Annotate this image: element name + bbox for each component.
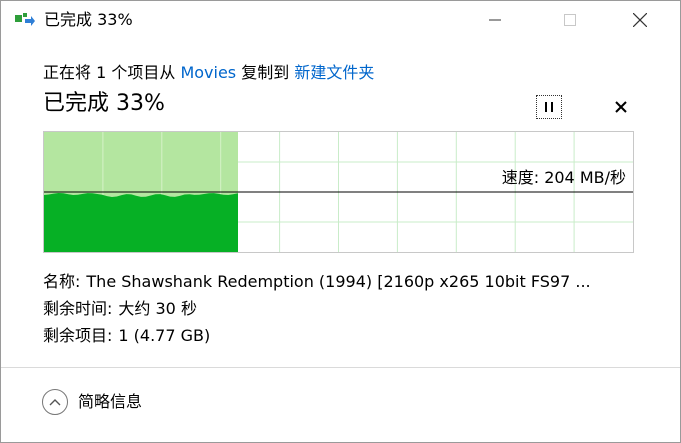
minimize-icon — [489, 19, 501, 21]
window-title: 已完成 33% — [44, 10, 133, 29]
dialog-footer: 简略信息 — [1, 367, 680, 442]
fewer-details-button[interactable]: 简略信息 — [42, 389, 142, 415]
speed-history-area — [44, 193, 238, 252]
transfer-speed-graph: 速度: 204 MB/秒 — [43, 131, 634, 253]
copy-middle: 复制到 — [236, 63, 295, 82]
fewer-details-label: 简略信息 — [78, 392, 143, 411]
time-label: 剩余时间: — [43, 299, 113, 318]
name-label: 名称: — [43, 272, 81, 291]
source-folder-link[interactable]: Movies — [180, 63, 236, 82]
chevron-up-icon — [49, 399, 61, 406]
detail-name: 名称: The Shawshank Redemption (1994) [2160… — [43, 268, 643, 295]
toggle-circle — [42, 389, 68, 415]
copy-prefix: 正在将 1 个项目从 — [43, 63, 181, 82]
title-bar: 已完成 33% — [1, 1, 680, 39]
maximize-icon — [564, 14, 576, 26]
copy-progress-dialog: 已完成 33% 正在将 1 个项目从 Movies 复制到 新建文件夹 已完成 … — [0, 0, 681, 443]
maximize-button[interactable] — [547, 1, 593, 39]
progress-status: 已完成 33% — [43, 91, 165, 116]
name-value: The Shawshank Redemption (1994) [2160p x… — [86, 272, 591, 291]
close-icon — [633, 13, 647, 27]
close-icon — [615, 101, 627, 113]
copy-files-icon — [14, 12, 36, 28]
window-close-button[interactable] — [617, 1, 663, 39]
minimize-button[interactable] — [472, 1, 518, 39]
pause-icon — [545, 102, 553, 112]
items-value: 1 (4.77 GB) — [118, 326, 211, 345]
copy-description: 正在将 1 个项目从 Movies 复制到 新建文件夹 — [43, 61, 374, 85]
cancel-button[interactable] — [610, 97, 632, 117]
time-value: 大约 30 秒 — [118, 299, 197, 318]
pause-button[interactable] — [536, 95, 562, 119]
speed-label: 速度: 204 MB/秒 — [501, 168, 626, 187]
speed-graph-canvas — [43, 131, 634, 253]
detail-items-remaining: 剩余项目: 1 (4.77 GB) — [43, 322, 643, 349]
destination-folder-link[interactable]: 新建文件夹 — [294, 63, 374, 82]
transfer-details: 名称: The Shawshank Redemption (1994) [2160… — [43, 268, 643, 349]
items-label: 剩余项目: — [43, 326, 113, 345]
detail-time-remaining: 剩余时间: 大约 30 秒 — [43, 295, 643, 322]
